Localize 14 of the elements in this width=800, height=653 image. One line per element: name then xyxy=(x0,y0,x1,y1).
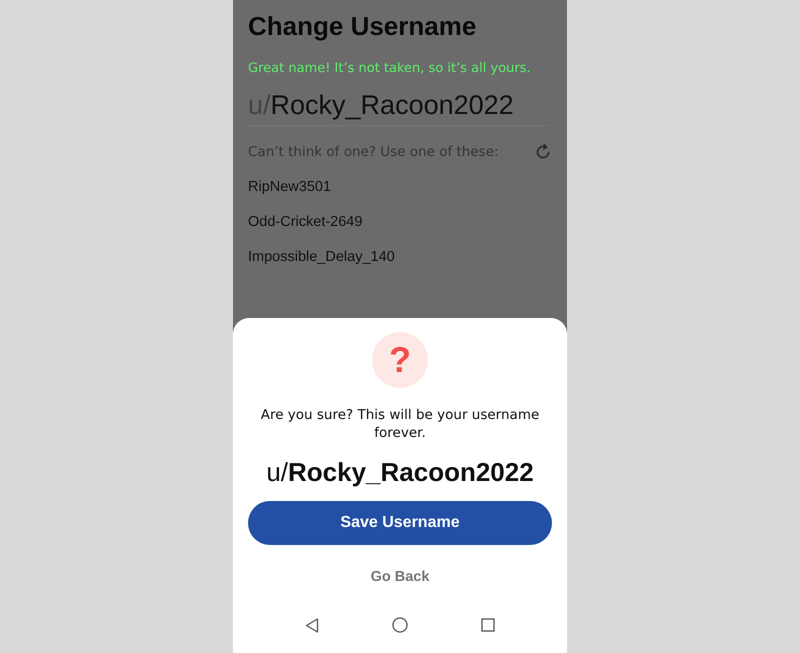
save-username-button[interactable]: Save Username xyxy=(248,501,552,545)
home-icon[interactable] xyxy=(392,617,408,633)
page-title: Change Username xyxy=(248,10,478,43)
recents-icon[interactable] xyxy=(481,618,495,632)
confirmation-message: Are you sure? This will be your username forever. xyxy=(260,406,540,442)
go-back-button[interactable]: Go Back xyxy=(366,567,434,587)
question-icon: ? xyxy=(372,332,428,388)
suggestion-item[interactable]: Impossible_Delay_140 xyxy=(248,247,552,267)
suggestion-item[interactable]: Odd-Cricket-2649 xyxy=(248,212,552,232)
availability-message: Great name! It’s not taken, so it’s all yours. xyxy=(248,60,532,78)
back-icon[interactable] xyxy=(305,618,319,632)
refresh-icon[interactable] xyxy=(534,143,552,161)
username-text: u/Rocky_Racoon2022 xyxy=(266,456,534,489)
suggestion-item[interactable]: RipNew3501 xyxy=(248,177,552,197)
